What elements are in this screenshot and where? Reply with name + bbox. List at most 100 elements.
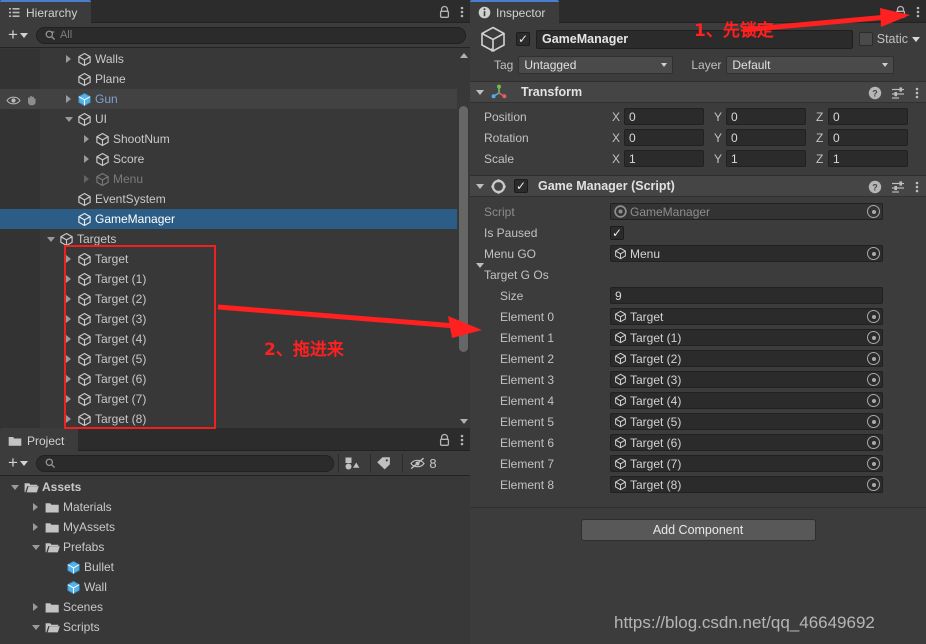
transform-rotation-x-input[interactable]: 0 xyxy=(624,129,704,146)
help-icon[interactable]: ? xyxy=(868,86,882,100)
kebab-menu-icon[interactable] xyxy=(915,180,919,194)
element-7-object-field[interactable]: Target (7) xyxy=(610,455,883,472)
hierarchy-item-target-7[interactable]: Target (7) xyxy=(0,389,470,409)
foldout-closed-icon[interactable] xyxy=(62,395,75,403)
object-picker-icon[interactable] xyxy=(867,373,880,386)
project-item-materials[interactable]: Materials xyxy=(0,497,470,517)
foldout-open-icon[interactable] xyxy=(29,544,42,550)
lock-icon[interactable] xyxy=(438,5,451,19)
transform-position-y-input[interactable]: 0 xyxy=(726,108,806,125)
foldout-closed-icon[interactable] xyxy=(62,255,75,263)
hierarchy-item-target-1[interactable]: Target (1) xyxy=(0,269,470,289)
foldout-closed-icon[interactable] xyxy=(80,155,93,163)
tab-project[interactable]: Project xyxy=(0,428,79,451)
foldout-open-icon[interactable] xyxy=(476,262,484,282)
hierarchy-item-target-8[interactable]: Target (8) xyxy=(0,409,470,428)
transform-scale-y-input[interactable]: 1 xyxy=(726,150,806,167)
hierarchy-item-plane[interactable]: Plane xyxy=(0,69,470,89)
array-size-input[interactable]: 9 xyxy=(610,287,883,304)
tab-inspector[interactable]: Inspector xyxy=(470,0,560,23)
transform-rotation-z-input[interactable]: 0 xyxy=(828,129,908,146)
hierarchy-item-targets[interactable]: Targets xyxy=(0,229,470,249)
component-header-transform[interactable]: Transform ? xyxy=(470,81,926,103)
foldout-closed-icon[interactable] xyxy=(29,603,42,611)
hierarchy-item-walls[interactable]: Walls xyxy=(0,49,470,69)
element-3-object-field[interactable]: Target (3) xyxy=(610,371,883,388)
gameobject-enabled-checkbox[interactable] xyxy=(516,32,530,46)
element-6-object-field[interactable]: Target (6) xyxy=(610,434,883,451)
foldout-open-icon[interactable] xyxy=(29,624,42,630)
project-item-myassets[interactable]: MyAssets xyxy=(0,517,470,537)
foldout-closed-icon[interactable] xyxy=(62,295,75,303)
type-filter-icon[interactable] xyxy=(337,453,366,473)
foldout-closed-icon[interactable] xyxy=(62,335,75,343)
label-filter-icon[interactable] xyxy=(369,453,398,473)
project-item-bullet[interactable]: Bullet xyxy=(0,557,470,577)
script-object-field[interactable]: GameManager xyxy=(610,203,883,220)
scroll-down-arrow[interactable] xyxy=(457,415,470,428)
tab-hierarchy[interactable]: Hierarchy xyxy=(0,0,92,23)
hierarchy-item-menu[interactable]: Menu xyxy=(0,169,470,189)
transform-rotation-y-input[interactable]: 0 xyxy=(726,129,806,146)
object-picker-icon[interactable] xyxy=(867,457,880,470)
foldout-closed-icon[interactable] xyxy=(80,175,93,183)
kebab-menu-icon[interactable] xyxy=(460,433,464,447)
project-item-scripts[interactable]: Scripts xyxy=(0,617,470,637)
object-picker-icon[interactable] xyxy=(867,310,880,323)
project-item-scenes[interactable]: Scenes xyxy=(0,597,470,617)
object-picker-icon[interactable] xyxy=(867,331,880,344)
hierarchy-item-target-6[interactable]: Target (6) xyxy=(0,369,470,389)
kebab-menu-icon[interactable] xyxy=(915,86,919,100)
create-gameobject-button[interactable]: + xyxy=(4,26,32,43)
help-icon[interactable]: ? xyxy=(868,180,882,194)
hierarchy-item-score[interactable]: Score xyxy=(0,149,470,169)
tag-dropdown[interactable]: Untagged xyxy=(518,56,674,74)
is-paused-checkbox[interactable] xyxy=(610,225,624,240)
hierarchy-item-shootnum[interactable]: ShootNum xyxy=(0,129,470,149)
foldout-closed-icon[interactable] xyxy=(62,275,75,283)
hierarchy-item-gun[interactable]: Gun xyxy=(0,89,470,109)
scroll-up-arrow[interactable] xyxy=(457,49,470,62)
hierarchy-search-input[interactable]: All xyxy=(35,26,466,44)
foldout-arrow-icon[interactable] xyxy=(476,183,484,189)
component-header-game-manager[interactable]: Game Manager (Script) ? xyxy=(470,175,926,197)
lock-icon[interactable] xyxy=(438,433,451,447)
foldout-closed-icon[interactable] xyxy=(80,135,93,143)
element-8-object-field[interactable]: Target (8) xyxy=(610,476,883,493)
pickability-hand-icon[interactable] xyxy=(25,94,38,107)
project-search-input[interactable] xyxy=(35,454,334,472)
foldout-closed-icon[interactable] xyxy=(62,315,75,323)
foldout-closed-icon[interactable] xyxy=(62,415,75,423)
foldout-open-icon[interactable] xyxy=(44,236,57,242)
object-picker-icon[interactable] xyxy=(867,478,880,491)
object-picker-icon[interactable] xyxy=(867,436,880,449)
hierarchy-item-target[interactable]: Target xyxy=(0,249,470,269)
hierarchy-scrollbar[interactable] xyxy=(457,49,470,428)
foldout-open-icon[interactable] xyxy=(62,116,75,122)
foldout-closed-icon[interactable] xyxy=(62,375,75,383)
object-picker-icon[interactable] xyxy=(867,247,880,260)
foldout-closed-icon[interactable] xyxy=(29,523,42,531)
foldout-closed-icon[interactable] xyxy=(62,55,75,63)
object-picker-icon[interactable] xyxy=(867,352,880,365)
project-item-wall[interactable]: Wall xyxy=(0,577,470,597)
object-picker-icon[interactable] xyxy=(867,415,880,428)
transform-scale-x-input[interactable]: 1 xyxy=(624,150,704,167)
object-picker-icon[interactable] xyxy=(867,394,880,407)
element-4-object-field[interactable]: Target (4) xyxy=(610,392,883,409)
kebab-menu-icon[interactable] xyxy=(916,5,920,19)
hierarchy-item-target-5[interactable]: Target (5) xyxy=(0,349,470,369)
hierarchy-item-eventsystem[interactable]: EventSystem xyxy=(0,189,470,209)
foldout-closed-icon[interactable] xyxy=(29,503,42,511)
foldout-arrow-icon[interactable] xyxy=(476,89,484,95)
hidden-packages-toggle[interactable]: 8 xyxy=(401,453,444,473)
foldout-closed-icon[interactable] xyxy=(62,355,75,363)
transform-position-z-input[interactable]: 0 xyxy=(828,108,908,125)
transform-position-x-input[interactable]: 0 xyxy=(624,108,704,125)
project-create-button[interactable]: + xyxy=(4,454,32,471)
kebab-menu-icon[interactable] xyxy=(460,5,464,19)
foldout-closed-icon[interactable] xyxy=(62,95,75,103)
project-item-assets[interactable]: Assets xyxy=(0,477,470,497)
element-5-object-field[interactable]: Target (5) xyxy=(610,413,883,430)
hierarchy-item-ui[interactable]: UI xyxy=(0,109,470,129)
